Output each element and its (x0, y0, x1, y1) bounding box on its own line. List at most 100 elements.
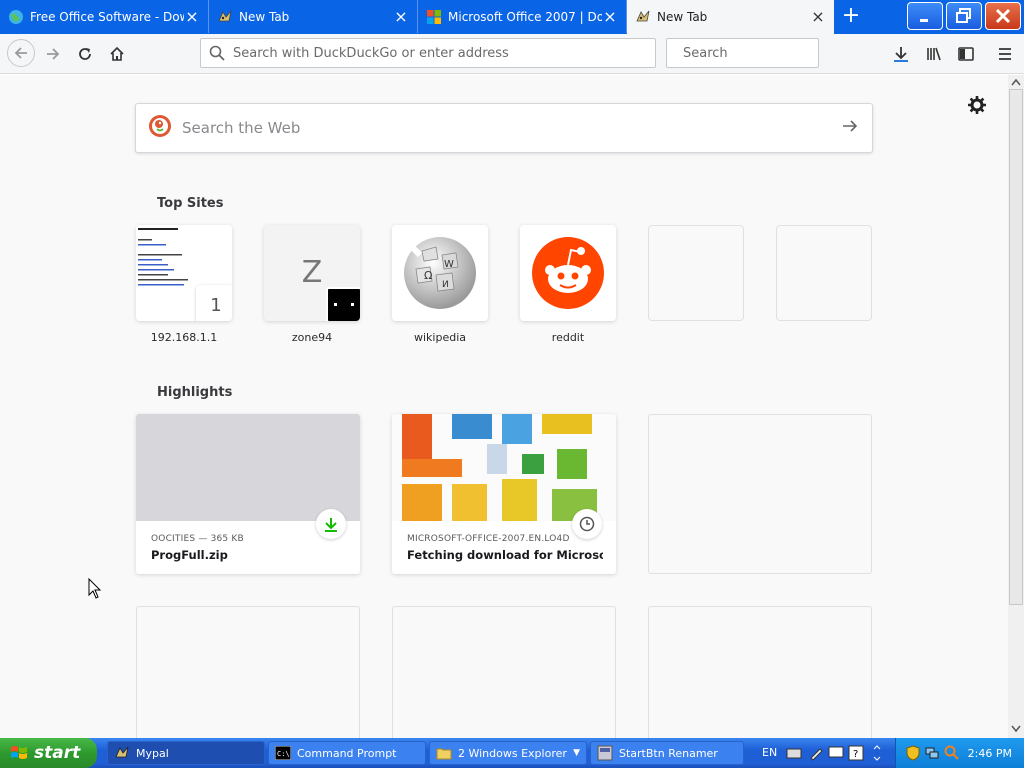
library-icon (927, 47, 941, 61)
empty-site-slot (776, 225, 872, 321)
language-indicator[interactable]: EN (762, 746, 777, 759)
chevron-down-icon: ▼ (573, 748, 580, 758)
reload-icon (79, 48, 91, 60)
office-logo-thumbnail (392, 414, 616, 521)
minimize-button[interactable] (907, 2, 943, 30)
help-icon[interactable]: ? (848, 745, 864, 761)
search-bar[interactable] (666, 38, 853, 68)
download-icon (316, 509, 346, 539)
mypal-icon (114, 745, 130, 761)
settings-gear-icon[interactable] (966, 94, 988, 116)
top-site-router[interactable]: 1 192.168.1.1 (136, 225, 232, 344)
svg-text:W: W (444, 259, 454, 270)
folder-icon (436, 745, 452, 761)
address-input[interactable] (233, 45, 655, 61)
top-site-wikipedia[interactable]: Ω W И wikipedia (392, 225, 488, 344)
library-button[interactable] (921, 41, 947, 67)
top-site-zone94[interactable]: Z zone94 (264, 225, 360, 344)
security-shield-icon[interactable] (906, 745, 920, 761)
taskbar-item-command-prompt[interactable]: C:\ Command Prompt (268, 741, 426, 765)
scroll-down-icon (1011, 725, 1021, 733)
highlight-title: Fetching download for Microsof... (407, 548, 603, 562)
scroll-thumb[interactable] (1009, 89, 1023, 605)
empty-site-slot (648, 225, 744, 321)
top-site-reddit[interactable]: reddit (520, 225, 616, 344)
new-tab-button[interactable]: + (838, 4, 864, 30)
top-site-empty[interactable] (776, 225, 872, 321)
search-input[interactable] (683, 45, 853, 61)
tab-title: New Tab (657, 10, 708, 24)
start-label: start (34, 743, 81, 763)
close-tab-icon[interactable]: × (810, 9, 826, 25)
arrow-right-icon[interactable] (840, 116, 860, 140)
taskbar-item-mypal[interactable]: Mypal (107, 741, 265, 765)
taskbar-item-startbtn-renamer[interactable]: StartBtn Renamer (590, 741, 744, 765)
tab-ms-office[interactable]: Microsoft Office 2007 | Download × (418, 0, 627, 33)
top-sites-heading: Top Sites (157, 196, 224, 211)
svg-text:?: ? (853, 749, 858, 760)
page-scrollbar[interactable] (1008, 75, 1024, 738)
close-tab-icon[interactable]: × (602, 8, 618, 25)
system-tray: 2:46 PM (895, 738, 1024, 768)
speech-icon[interactable] (828, 745, 844, 761)
forward-button[interactable] (40, 41, 66, 67)
tab-title: New Tab (239, 9, 290, 24)
taskbar-item-windows-explorer[interactable]: 2 Windows Explorer ▼ (429, 741, 587, 765)
downloads-button[interactable] (888, 41, 914, 67)
top-site-empty[interactable] (648, 225, 744, 321)
site-badge: 1 (196, 285, 232, 321)
close-tab-icon[interactable]: × (184, 8, 200, 25)
highlight-empty (648, 606, 872, 738)
start-button[interactable]: start (0, 738, 97, 768)
tab-free-office[interactable]: Free Office Software - Download × (0, 0, 209, 33)
taskbar-item-label: StartBtn Renamer (619, 746, 718, 760)
sidebar-button[interactable] (953, 41, 979, 67)
network-icon[interactable] (924, 745, 940, 761)
clock-icon (572, 509, 602, 539)
highlight-meta: MICROSOFT-OFFICE-2007.EN.LO4D (407, 534, 570, 544)
mypal-icon (635, 9, 651, 25)
restore-button[interactable] (946, 2, 982, 30)
home-button[interactable] (104, 41, 130, 67)
site-thumbnail: Ω W И (392, 225, 488, 321)
sidebar-icon (958, 47, 974, 61)
close-icon (995, 8, 1011, 24)
search-tray-icon[interactable] (944, 745, 960, 761)
reload-button[interactable] (72, 41, 98, 67)
language-bar-options-icon[interactable] (872, 744, 882, 762)
wikipedia-globe-icon: Ω W И (404, 237, 476, 309)
menu-button[interactable] (992, 41, 1018, 67)
highlight-card-progfull[interactable]: OOCITIES — 365 KB ProgFull.zip (136, 414, 360, 574)
minimize-icon (920, 19, 928, 22)
hamburger-menu-icon (999, 48, 1011, 60)
site-label: zone94 (291, 331, 333, 344)
tab-title: Microsoft Office 2007 | Download (448, 9, 602, 24)
highlight-card-ms-office[interactable]: MICROSOFT-OFFICE-2007.EN.LO4D Fetching d… (392, 414, 616, 574)
mouse-cursor-icon (88, 578, 102, 599)
site-label: wikipedia (413, 331, 466, 344)
close-tab-icon[interactable]: × (393, 8, 409, 25)
pen-icon[interactable] (808, 745, 824, 761)
keyboard-icon[interactable] (786, 746, 802, 760)
svg-text:C:\: C:\ (277, 750, 290, 758)
windows-taskbar: start Mypal C:\ Command Prompt 2 Windows… (0, 738, 1024, 768)
web-search-input[interactable] (182, 119, 840, 137)
highlight-empty (392, 606, 616, 738)
system-clock[interactable]: 2:46 PM (968, 747, 1012, 760)
close-window-button[interactable] (985, 2, 1021, 30)
highlight-empty (648, 414, 872, 574)
restore-icon (956, 8, 971, 23)
back-button[interactable] (7, 39, 35, 67)
navigation-bar (0, 34, 1024, 74)
taskbar-item-label: Mypal (136, 746, 169, 760)
tab-new-tab-active[interactable]: New Tab × (627, 0, 834, 34)
address-bar[interactable] (200, 38, 656, 68)
forward-arrow-icon (47, 48, 60, 60)
svg-text:И: И (442, 280, 449, 290)
globe-icon (8, 9, 24, 25)
mypal-icon (217, 9, 233, 25)
tab-new-tab-1[interactable]: New Tab × (209, 0, 418, 33)
highlights-heading: Highlights (157, 385, 233, 400)
svg-text:Ω: Ω (424, 269, 432, 282)
web-search-box[interactable] (135, 103, 873, 153)
